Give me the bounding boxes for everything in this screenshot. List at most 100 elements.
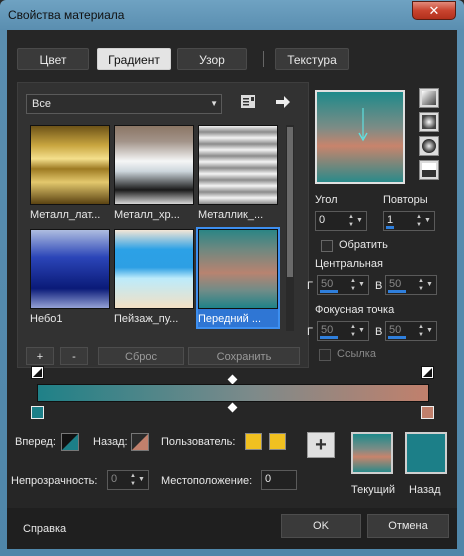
center-h-stepper[interactable]: 50 ▲ ▼ ▼ [317,275,369,295]
location-input[interactable]: 0 [261,470,297,490]
category-select[interactable]: Все ▼ [26,94,222,114]
gradient-item-selected[interactable]: Передний ... [196,227,280,329]
cancel-button[interactable]: Отмена [367,514,449,538]
focal-h-level-bar [320,336,338,339]
center-v-prefix: В [375,280,383,292]
chevron-down-icon[interactable]: ▼ [426,323,435,339]
up-down-icon[interactable]: ▲ ▼ [350,277,358,293]
gradient-swatch [114,229,194,309]
repeats-stepper[interactable]: 1 ▲ ▼ ▼ [383,211,435,231]
remove-gradient-button[interactable]: - [60,347,88,365]
midpoint-marker-top[interactable] [227,374,238,385]
opacity-label: Непрозрачность: [11,475,98,487]
current-label: Текущий [351,484,395,496]
focal-h-value: 50 [321,324,334,336]
gradient-preview[interactable] [315,90,405,184]
gradient-library-panel: Все ▼ Металл_лат... Металл_хр... Металли… [17,82,309,368]
ok-button[interactable]: OK [281,514,361,538]
link-label: Ссылка [337,348,376,360]
gradient-item[interactable]: Металл_лат... [30,125,110,223]
gradient-label: Металл_хр... [114,209,180,221]
chevron-down-icon[interactable]: ▼ [358,323,367,339]
focal-v-stepper[interactable]: 50 ▲ ▼ ▼ [385,321,437,341]
midpoint-marker-bottom[interactable] [227,402,238,413]
back-caption: Назад [409,484,441,496]
opacity-stepper[interactable]: 0 ▲ ▼ ▼ [107,470,149,490]
stop-marker-start-top[interactable] [31,366,44,379]
up-down-icon[interactable]: ▲ ▼ [418,323,426,339]
window-title: Свойства материала [8,8,125,22]
forward-color-swatch[interactable] [61,433,79,451]
arrow-right-icon[interactable] [274,94,292,110]
chevron-down-icon[interactable]: ▼ [426,277,435,293]
close-button[interactable]: ✕ [412,1,456,20]
link-checkbox[interactable] [319,349,331,361]
tab-gradient[interactable]: Градиент [97,48,171,70]
tab-pattern[interactable]: Узор [177,48,247,70]
center-v-stepper[interactable]: 50 ▲ ▼ ▼ [385,275,437,295]
category-select-value: Все [32,98,51,110]
current-swatch[interactable] [351,432,393,474]
focal-v-value: 50 [389,324,402,336]
back-swatch[interactable] [405,432,447,474]
center-v-level-bar [388,290,406,293]
up-down-icon[interactable]: ▲ ▼ [350,323,358,339]
repeats-value: 1 [387,214,394,226]
direction-arrow-icon[interactable] [317,92,403,182]
sunburst-style-icon[interactable] [419,160,439,180]
title-bar[interactable]: Свойства материала ✕ [0,0,464,30]
tab-color[interactable]: Цвет [17,48,89,70]
gradient-label: Металлик_... [198,209,264,221]
up-down-icon[interactable]: ▲ ▼ [416,213,424,229]
stop-marker-end-top[interactable] [421,366,434,379]
linear-style-icon[interactable] [419,88,439,108]
gradient-item[interactable]: Небо1 [30,229,110,327]
user-color-swatch-2[interactable] [269,433,286,450]
add-gradient-button[interactable]: + [26,347,54,365]
up-down-icon[interactable]: ▲ ▼ [130,472,138,488]
chevron-down-icon[interactable]: ▼ [356,213,365,229]
angle-stepper[interactable]: 0 ▲ ▼ ▼ [315,211,367,231]
chevron-down-icon[interactable]: ▼ [424,213,433,229]
gradient-item[interactable]: Металлик_... [198,125,278,223]
library-view-icon[interactable] [240,94,258,110]
stop-marker-start[interactable] [31,406,44,419]
focal-label: Фокусная точка [315,304,395,316]
up-down-icon[interactable]: ▲ ▼ [348,213,356,229]
gradient-item[interactable]: Пейзаж_пу... [114,229,194,327]
focal-h-stepper[interactable]: 50 ▲ ▼ ▼ [317,321,369,341]
scrollbar-thumb[interactable] [287,127,293,277]
tab-divider [263,51,264,67]
add-stop-button[interactable]: + [307,432,335,458]
radial-style-icon[interactable] [419,136,439,156]
dialog-window: Свойства материала ✕ Цвет Градиент Узор … [0,0,464,556]
user-color-swatch[interactable] [245,433,262,450]
tab-texture[interactable]: Текстура [275,48,349,70]
center-h-value: 50 [321,278,334,290]
back-color-swatch[interactable] [131,433,149,451]
gradient-label: Небо1 [30,313,63,325]
gradient-item[interactable]: Металл_хр... [114,125,194,223]
gradient-label: Передний ... [198,313,262,325]
gradient-label: Металл_лат... [30,209,101,221]
chevron-down-icon[interactable]: ▼ [138,472,147,488]
center-label: Центральная [315,258,383,270]
opacity-value: 0 [111,473,118,485]
gallery-scrollbar[interactable] [286,125,294,331]
gradient-editor-bar[interactable] [37,384,429,402]
gradient-swatch [198,125,278,205]
center-v-value: 50 [389,278,402,290]
rectangular-style-icon[interactable] [419,112,439,132]
reset-button[interactable]: Сброс [98,347,184,365]
focal-v-level-bar [388,336,406,339]
invert-checkbox[interactable] [321,240,333,252]
repeats-level-bar [386,226,394,229]
angle-value: 0 [319,214,326,226]
save-gradient-button[interactable]: Сохранить [188,347,300,365]
forward-label: Вперед: [15,436,56,448]
up-down-icon[interactable]: ▲ ▼ [418,277,426,293]
chevron-down-icon[interactable]: ▼ [358,277,367,293]
stop-marker-end[interactable] [421,406,434,419]
location-value: 0 [265,473,272,485]
help-link[interactable]: Справка [23,523,66,535]
